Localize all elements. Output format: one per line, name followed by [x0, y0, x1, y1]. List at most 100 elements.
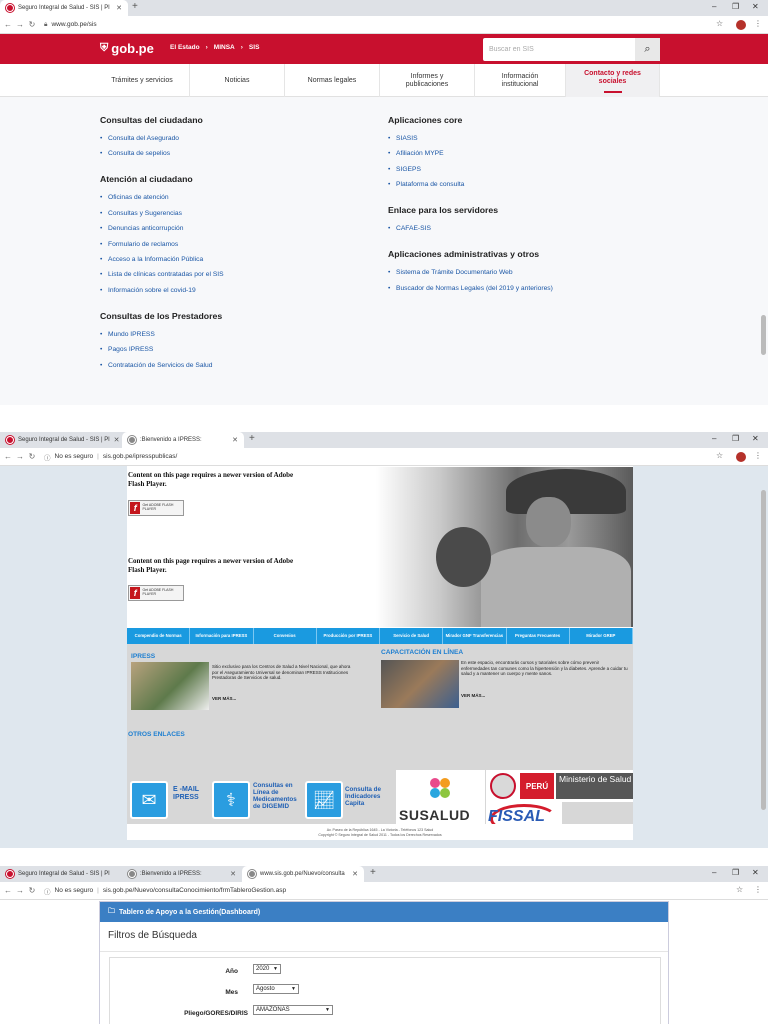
- tab-sis[interactable]: Seguro Integral de Salud - SIS | Pl ✕: [0, 432, 122, 448]
- back-icon[interactable]: ←: [2, 886, 14, 895]
- reload-icon[interactable]: ↻: [26, 886, 38, 895]
- close-window-icon[interactable]: ✕: [752, 434, 759, 443]
- link-item[interactable]: Acceso a la Información Pública: [100, 256, 360, 263]
- nav-item[interactable]: Mirador GNF Transferencias: [443, 628, 507, 644]
- close-icon[interactable]: ✕: [232, 436, 238, 444]
- forward-icon[interactable]: →: [14, 20, 26, 29]
- tab-sis[interactable]: Seguro Integral de Salud - SIS | Pl: [0, 866, 122, 882]
- forward-icon[interactable]: →: [14, 452, 26, 461]
- link-item[interactable]: Afiliación MYPE: [388, 150, 688, 157]
- get-flash-button[interactable]: f Get ADOBE FLASH PLAYER: [128, 500, 184, 516]
- search-icon[interactable]: ⌕: [635, 38, 660, 61]
- back-icon[interactable]: ←: [2, 20, 14, 29]
- maximize-icon[interactable]: ❐: [732, 434, 739, 443]
- close-window-icon[interactable]: ✕: [752, 868, 759, 877]
- nav-item[interactable]: Producción por IPRESS: [317, 628, 380, 644]
- link-item[interactable]: Mundo IPRESS: [100, 331, 360, 338]
- digemid-link[interactable]: Consultas en Línea de Medicamentos de DI…: [253, 782, 303, 811]
- link-item[interactable]: CAFAE-SIS: [388, 225, 688, 232]
- tab-dashboard[interactable]: www.sis.gob.pe/Nuevo/consulta ✕: [242, 866, 364, 882]
- capacitacion-thumbnail[interactable]: [381, 660, 459, 708]
- nav-item[interactable]: Convenios: [254, 628, 317, 644]
- maximize-icon[interactable]: ❐: [732, 868, 739, 877]
- link-item[interactable]: Formulario de reclamos: [100, 241, 360, 248]
- breadcrumb-item[interactable]: El Estado: [170, 44, 200, 51]
- forward-icon[interactable]: →: [14, 886, 26, 895]
- link-item[interactable]: Buscador de Normas Legales (del 2019 y a…: [388, 285, 688, 292]
- email-icon[interactable]: ✉: [130, 781, 168, 819]
- email-ipress-link[interactable]: E -MAIL IPRESS: [173, 786, 213, 801]
- url-field[interactable]: ⓘ No es seguro | sis.gob.pe/Nuevo/consul…: [44, 886, 286, 896]
- ipress-more-link[interactable]: VER MÁS...: [212, 696, 236, 701]
- reload-icon[interactable]: ↻: [26, 20, 38, 29]
- tab-ipress[interactable]: :Bienvenido a IPRESS: ✕: [122, 432, 244, 448]
- menu-item-noticias[interactable]: Noticias: [190, 64, 285, 97]
- minimize-icon[interactable]: –: [712, 868, 716, 877]
- menu-item-normas[interactable]: Normas legales: [285, 64, 380, 97]
- get-flash-button[interactable]: f Get ADOBE FLASH PLAYER: [128, 585, 184, 601]
- gobpe-logo[interactable]: ⛨ gob.pe: [100, 41, 154, 56]
- link-item[interactable]: Consulta del Asegurado: [100, 135, 360, 142]
- link-item[interactable]: Pagos IPRESS: [100, 346, 360, 353]
- link-item[interactable]: Consultas y Sugerencias: [100, 210, 360, 217]
- capacitacion-more-link[interactable]: VER MÁS...: [461, 693, 485, 698]
- link-item[interactable]: Información sobre el covid-19: [100, 287, 360, 294]
- close-icon[interactable]: ✕: [230, 870, 236, 878]
- star-icon[interactable]: ☆: [716, 19, 723, 28]
- profile-avatar[interactable]: [736, 20, 746, 30]
- link-item[interactable]: Denuncias anticorrupción: [100, 225, 360, 232]
- breadcrumb-item[interactable]: SIS: [249, 44, 259, 51]
- close-window-icon[interactable]: ✕: [752, 2, 759, 11]
- tab-ipress[interactable]: :Bienvenido a IPRESS: ✕: [122, 866, 242, 882]
- maximize-icon[interactable]: ❐: [732, 2, 739, 11]
- pharmacy-icon[interactable]: ⚕: [212, 781, 250, 819]
- link-item[interactable]: Plataforma de consulta: [388, 181, 688, 188]
- menu-dots-icon[interactable]: ⋮: [754, 19, 762, 28]
- menu-item-informacion[interactable]: Información institucional: [475, 64, 566, 97]
- search-input[interactable]: Buscar en SIS: [483, 46, 635, 53]
- link-item[interactable]: Consulta de sepelios: [100, 150, 360, 157]
- reload-icon[interactable]: ↻: [26, 452, 38, 461]
- nav-item[interactable]: Servicio de Salud: [380, 628, 444, 644]
- year-select[interactable]: 2020 ▼: [253, 964, 281, 974]
- minsa-logo[interactable]: PERÚ Ministerio de Salud: [486, 770, 633, 802]
- breadcrumb-item[interactable]: MINSA: [214, 44, 235, 51]
- link-item[interactable]: Lista de clínicas contratadas por el SIS: [100, 271, 360, 278]
- capita-link[interactable]: Consulta de Indicadores Capita: [345, 786, 391, 808]
- scrollbar[interactable]: [761, 490, 766, 810]
- menu-item-tramites[interactable]: Trámites y servicios: [95, 64, 190, 97]
- link-item[interactable]: Sistema de Trámite Documentario Web: [388, 269, 688, 276]
- nav-item[interactable]: Información para IPRESS: [190, 628, 254, 644]
- minimize-icon[interactable]: –: [712, 434, 716, 443]
- nav-item[interactable]: Preguntas Frecuentes: [507, 628, 570, 644]
- link-item[interactable]: SIGEPS: [388, 166, 688, 173]
- link-item[interactable]: SIASIS: [388, 135, 688, 142]
- close-icon[interactable]: ✕: [114, 436, 120, 444]
- star-icon[interactable]: ☆: [716, 451, 723, 460]
- tab-sis[interactable]: Seguro Integral de Salud - SIS | Pl ✕: [0, 0, 128, 16]
- close-icon[interactable]: ✕: [352, 870, 358, 878]
- link-item[interactable]: Contratación de Servicios de Salud: [100, 362, 360, 369]
- menu-item-contacto[interactable]: Contacto y redes sociales: [566, 64, 660, 97]
- close-icon[interactable]: ✕: [116, 4, 122, 12]
- star-icon[interactable]: ☆: [736, 885, 743, 894]
- ipress-thumbnail[interactable]: [131, 662, 209, 710]
- nav-item[interactable]: Compendio de Normas: [127, 628, 191, 644]
- nav-item[interactable]: Mirador GREP: [570, 628, 633, 644]
- menu-dots-icon[interactable]: ⋮: [754, 885, 762, 894]
- pliego-select[interactable]: AMAZONAS ▼: [253, 1005, 333, 1015]
- new-tab-icon[interactable]: +: [370, 867, 376, 878]
- menu-dots-icon[interactable]: ⋮: [754, 451, 762, 460]
- link-item[interactable]: Oficinas de atención: [100, 194, 360, 201]
- scrollbar[interactable]: [761, 315, 766, 355]
- profile-avatar[interactable]: [736, 452, 746, 462]
- back-icon[interactable]: ←: [2, 452, 14, 461]
- indicator-chart-icon[interactable]: 📈︎: [305, 781, 343, 819]
- month-select[interactable]: Agosto ▼: [253, 984, 299, 994]
- new-tab-icon[interactable]: +: [132, 1, 138, 12]
- minimize-icon[interactable]: –: [712, 2, 716, 11]
- new-tab-icon[interactable]: +: [249, 433, 255, 444]
- url-field[interactable]: 🔒︎ www.gob.pe/sis: [44, 21, 97, 29]
- url-field[interactable]: ⓘ No es seguro | sis.gob.pe/ipresspublic…: [44, 452, 177, 462]
- menu-item-informes[interactable]: Informes y publicaciones: [380, 64, 475, 97]
